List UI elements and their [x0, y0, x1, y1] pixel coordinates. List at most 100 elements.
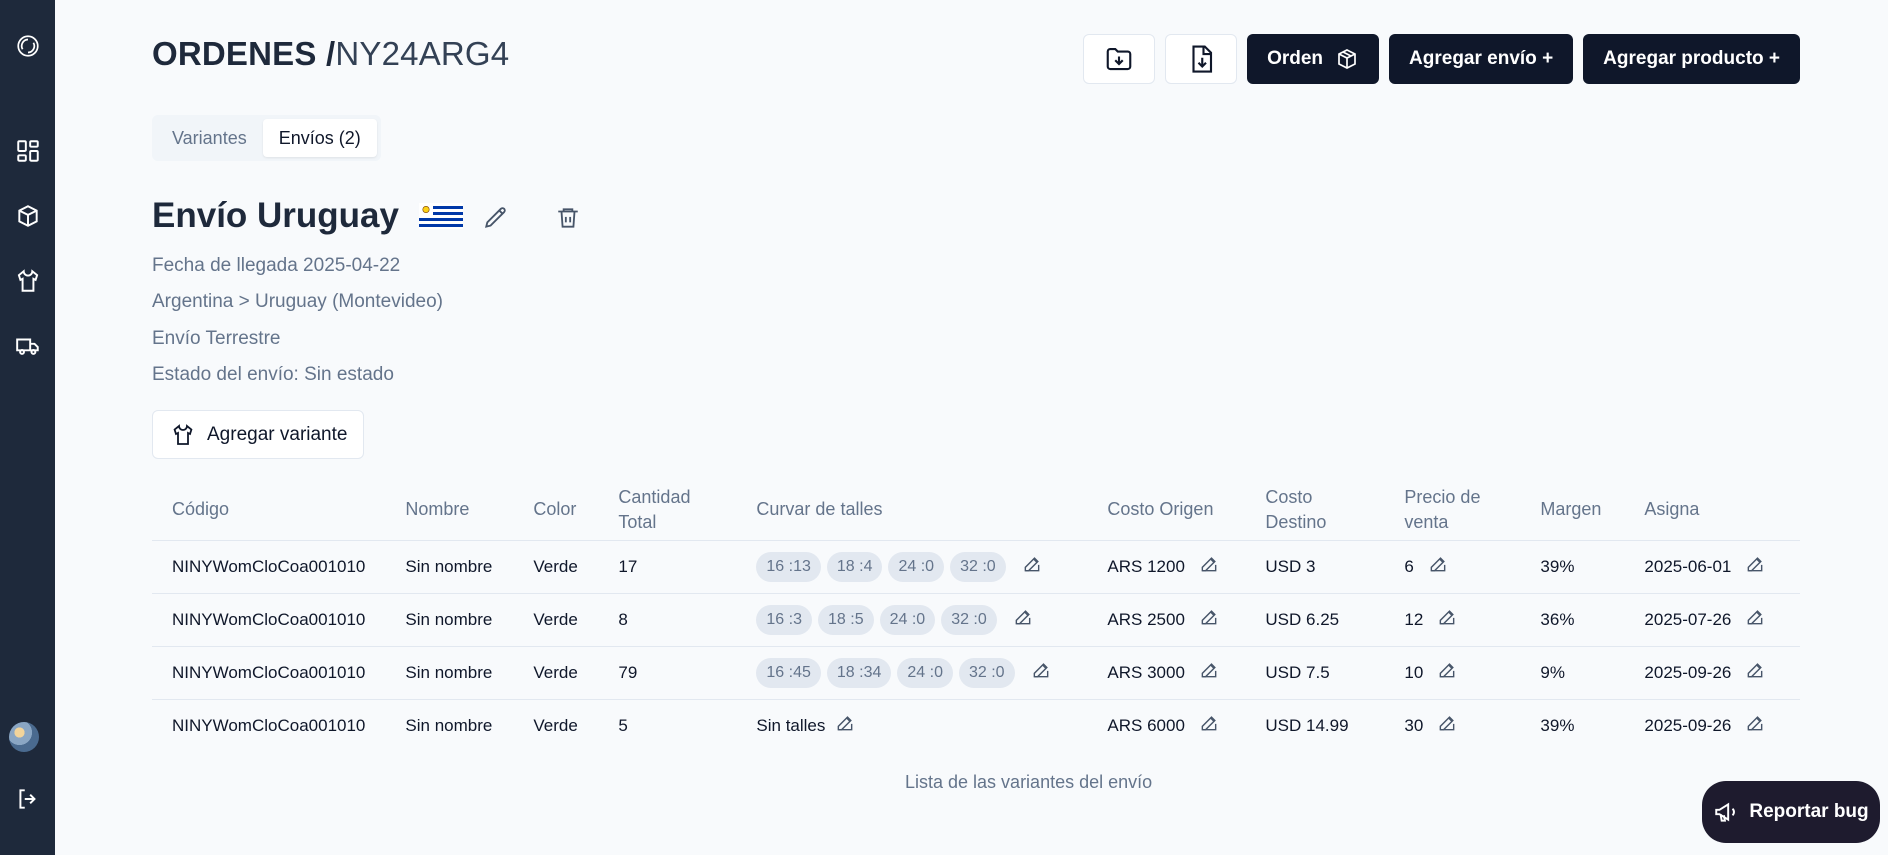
cell-assign: 2025-07-26 — [1624, 593, 1800, 647]
main-content: ORDENES /NY24ARG4 Orden Agregar envío + … — [55, 0, 1888, 855]
edit-shipment-icon[interactable] — [483, 205, 509, 231]
order-button[interactable]: Orden — [1247, 34, 1380, 84]
cell-sizes: 16 :45 18 :34 24 :0 32 :0 — [736, 646, 1088, 700]
page-title-section: ORDENES / — [152, 35, 336, 72]
edit-assign-date-icon[interactable] — [1745, 660, 1765, 685]
size-pill: 18 :34 — [826, 657, 892, 688]
column-header: Código — [152, 480, 386, 541]
cell-margin: 36% — [1520, 593, 1625, 647]
cell-name: Sin nombre — [385, 646, 514, 700]
price-value: 30 — [1404, 715, 1424, 735]
shipment-header: Envío Uruguay — [152, 196, 463, 236]
column-header: Margen — [1520, 480, 1625, 541]
edit-assign-date-icon[interactable] — [1745, 713, 1765, 738]
column-header: Asigna — [1624, 480, 1800, 541]
edit-origin-cost-icon[interactable] — [1199, 607, 1219, 632]
size-pill: 24 :0 — [897, 657, 953, 688]
size-pill: 16 :3 — [756, 604, 812, 635]
folder-download-button[interactable] — [1083, 34, 1156, 84]
arrival-date: Fecha de llegada 2025-04-22 — [152, 255, 401, 276]
edit-sizes-icon[interactable] — [825, 713, 855, 738]
avatar[interactable] — [9, 722, 39, 752]
cell-sizes: 16 :3 18 :5 24 :0 32 :0 — [736, 593, 1088, 647]
shirt-icon[interactable] — [0, 261, 55, 301]
dashboard-icon[interactable] — [0, 131, 55, 171]
cell-color: Verde — [533, 715, 578, 735]
edit-sizes-icon[interactable] — [1003, 607, 1033, 632]
size-pill: 32 :0 — [941, 604, 997, 635]
tab-variants[interactable]: Variantes — [156, 119, 263, 157]
cell-name: Sin nombre — [405, 715, 493, 735]
edit-price-icon[interactable] — [1437, 660, 1457, 685]
package-icon — [1338, 49, 1356, 69]
origin-cost-value: ARS 2500 — [1107, 609, 1185, 629]
edit-origin-cost-icon[interactable] — [1199, 660, 1219, 685]
table-row: NINYWomCloCoa001010 Sin nombre Verde 17 16 :… — [152, 540, 1800, 594]
cell-origin-cost: ARS 2500 — [1087, 593, 1246, 647]
edit-price-icon[interactable] — [1428, 554, 1448, 579]
report-bug-button[interactable]: Reportar bug — [1702, 781, 1880, 843]
shirt-icon — [173, 423, 193, 445]
shipment-route: Argentina > Uruguay (Montevideo) — [152, 291, 443, 312]
cell-color: Verde — [513, 540, 599, 594]
file-download-button[interactable] — [1165, 34, 1238, 84]
logout-icon[interactable] — [0, 779, 55, 819]
cell-origin-cost: ARS 6000 — [1087, 699, 1245, 752]
size-pill: 32 :0 — [958, 657, 1015, 688]
table-header-row: Código Nombre Color Cantidad Total Curva… — [152, 480, 1800, 541]
truck-icon[interactable] — [0, 326, 55, 366]
cell-qty: 5 — [618, 715, 628, 735]
cell-price: 12 — [1384, 593, 1521, 647]
delete-shipment-icon[interactable] — [555, 205, 581, 231]
edit-origin-cost-icon[interactable] — [1199, 554, 1219, 579]
origin-cost-value: ARS 6000 — [1107, 715, 1185, 735]
sidebar — [0, 0, 55, 855]
boxes-icon[interactable] — [0, 196, 55, 236]
tab-shipments[interactable]: Envíos (2) — [262, 119, 377, 157]
column-header: Costo Origen — [1087, 480, 1246, 541]
order-button-label: Orden — [1267, 48, 1324, 69]
edit-sizes-icon[interactable] — [1012, 554, 1042, 579]
add-variant-button[interactable]: Agregar variante — [152, 410, 364, 459]
cell-code: NINYWomCloCoa001010 — [172, 715, 366, 735]
size-pill: 16 :45 — [756, 657, 821, 688]
column-header: Cantidad Total — [598, 480, 737, 541]
cell-sizes: Sin talles — [736, 699, 1087, 752]
cell-origin-cost: ARS 1200 — [1087, 540, 1246, 594]
edit-origin-cost-icon[interactable] — [1199, 713, 1219, 738]
shipment-title: Envío Uruguay — [152, 196, 399, 235]
logo-icon[interactable] — [0, 26, 55, 66]
origin-cost-value: ARS 1200 — [1107, 556, 1185, 576]
cell-origin-cost: ARS 3000 — [1087, 646, 1246, 700]
cell-assign: 2025-09-26 — [1624, 699, 1800, 752]
add-shipment-button[interactable]: Agregar envío + — [1389, 34, 1574, 84]
edit-sizes-icon[interactable] — [1021, 660, 1051, 685]
assign-date-value: 2025-07-26 — [1644, 609, 1732, 629]
toolbar: Orden Agregar envío + Agregar producto + — [1083, 34, 1800, 84]
add-shipment-label: Agregar envío + — [1409, 48, 1554, 69]
cell-margin: 9% — [1520, 646, 1625, 700]
cell-price: 10 — [1384, 646, 1521, 700]
table-row: NINYWomCloCoa001010 Sin nombre Verde 79 16 :… — [152, 646, 1800, 700]
column-header: Color — [513, 480, 599, 541]
file-download-icon — [1192, 45, 1213, 73]
cell-margin: 39% — [1520, 540, 1625, 594]
table-caption: Lista de las variantes del envío — [905, 772, 1153, 792]
add-product-button[interactable]: Agregar producto + — [1583, 34, 1800, 84]
report-bug-label: Reportar bug — [1749, 801, 1869, 822]
shipment-status: Estado del envío: Sin estado — [152, 364, 394, 385]
uruguay-flag-icon — [418, 203, 463, 229]
column-header: Costo Destino — [1245, 480, 1385, 541]
page-title: ORDENES /NY24ARG4 — [152, 34, 509, 74]
cell-name: Sin nombre — [385, 593, 514, 647]
edit-price-icon[interactable] — [1437, 713, 1457, 738]
edit-price-icon[interactable] — [1437, 607, 1457, 632]
cell-assign: 2025-06-01 — [1624, 540, 1800, 594]
cell-margin: 39% — [1540, 715, 1575, 735]
edit-assign-date-icon[interactable] — [1745, 607, 1765, 632]
assign-date-value: 2025-06-01 — [1644, 556, 1732, 576]
add-variant-label: Agregar variante — [207, 423, 348, 445]
size-pill: 16 :13 — [756, 551, 821, 582]
assign-date-value: 2025-09-26 — [1644, 715, 1732, 735]
edit-assign-date-icon[interactable] — [1745, 554, 1765, 579]
